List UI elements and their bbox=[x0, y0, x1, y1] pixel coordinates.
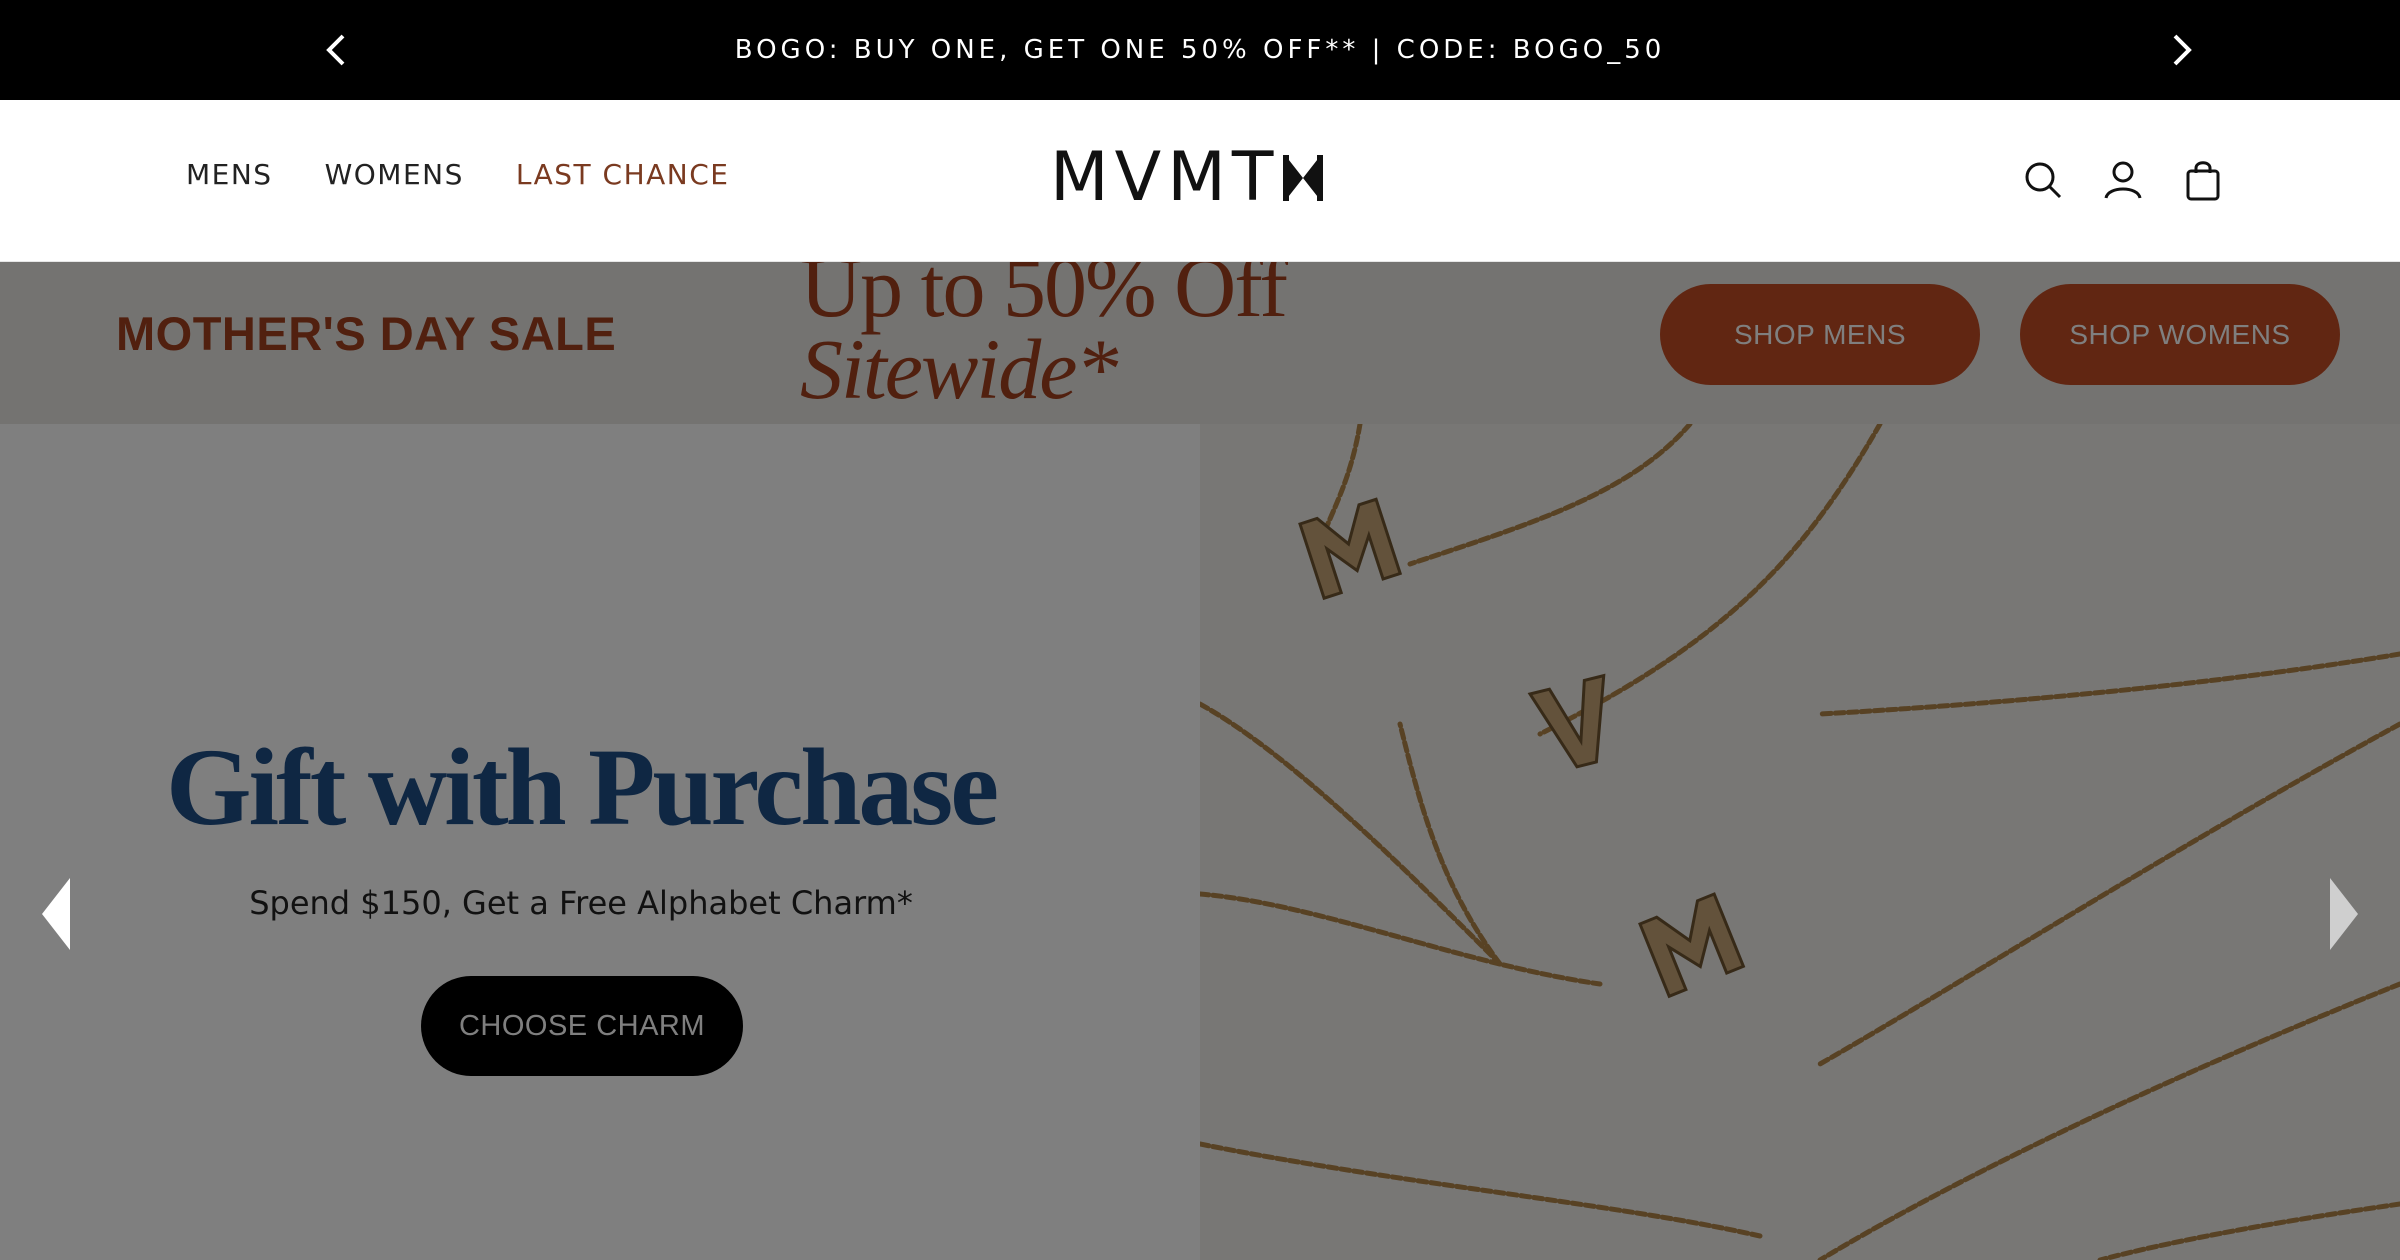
cart-button[interactable] bbox=[2182, 158, 2224, 202]
search-icon bbox=[2025, 162, 2062, 199]
announcement-next-button[interactable] bbox=[2162, 30, 2202, 70]
cart-icon bbox=[2186, 161, 2220, 201]
nav-item-womens[interactable]: WOMENS bbox=[325, 158, 464, 191]
promo-label: MOTHER'S DAY SALE bbox=[116, 307, 617, 360]
promo-headline-line2: Sitewide* bbox=[800, 321, 1118, 417]
hero-subtitle: Spend $150, Get a Free Alphabet Charm* bbox=[249, 884, 913, 922]
promo-headline: Up to 50% Off Sitewide* bbox=[800, 262, 1360, 417]
main-nav: MENS WOMENS LAST CHANCE bbox=[186, 158, 730, 191]
choose-charm-button[interactable]: CHOOSE CHARM bbox=[421, 976, 743, 1076]
hero-text-panel: Gift with Purchase Spend $150, Get a Fre… bbox=[0, 424, 1200, 1260]
brand-logo[interactable]: MVMT bbox=[1050, 138, 1324, 217]
hero-prev-button[interactable] bbox=[38, 876, 74, 952]
hero-slider: Gift with Purchase Spend $150, Get a Fre… bbox=[0, 424, 2400, 1260]
chevron-left-icon bbox=[326, 34, 345, 66]
announcement-prev-button[interactable] bbox=[316, 30, 356, 70]
hero-next-button[interactable] bbox=[2326, 876, 2362, 952]
triangle-right-icon bbox=[2330, 878, 2358, 950]
triangle-left-icon bbox=[42, 878, 70, 950]
logo-mark-icon bbox=[1283, 155, 1324, 201]
promo-banner: MOTHER'S DAY SALE Up to 50% Off Sitewide… bbox=[0, 262, 2400, 424]
promo-headline-line1: Up to 50% Off bbox=[800, 262, 1288, 335]
site-header: MENS WOMENS LAST CHANCE MVMT bbox=[0, 100, 2400, 262]
logo-wordmark: MVMT bbox=[1050, 138, 1280, 217]
necklace-image bbox=[1197, 424, 2400, 1260]
shop-womens-button[interactable]: SHOP WOMENS bbox=[2020, 284, 2340, 385]
hero-title: Gift with Purchase bbox=[165, 726, 999, 848]
shop-mens-button[interactable]: SHOP MENS bbox=[1660, 284, 1980, 385]
header-actions bbox=[2022, 158, 2224, 202]
chevron-right-icon bbox=[2173, 34, 2192, 66]
nav-item-last-chance[interactable]: LAST CHANCE bbox=[516, 158, 730, 191]
announcement-text: BOGO: BUY ONE, GET ONE 50% OFF** | CODE:… bbox=[734, 35, 1666, 65]
nav-item-mens[interactable]: MENS bbox=[186, 158, 273, 191]
account-button[interactable] bbox=[2102, 158, 2144, 202]
hero-image bbox=[1197, 424, 2400, 1260]
announcement-bar: BOGO: BUY ONE, GET ONE 50% OFF** | CODE:… bbox=[0, 0, 2400, 100]
account-icon bbox=[2104, 161, 2142, 199]
search-button[interactable] bbox=[2022, 158, 2064, 202]
